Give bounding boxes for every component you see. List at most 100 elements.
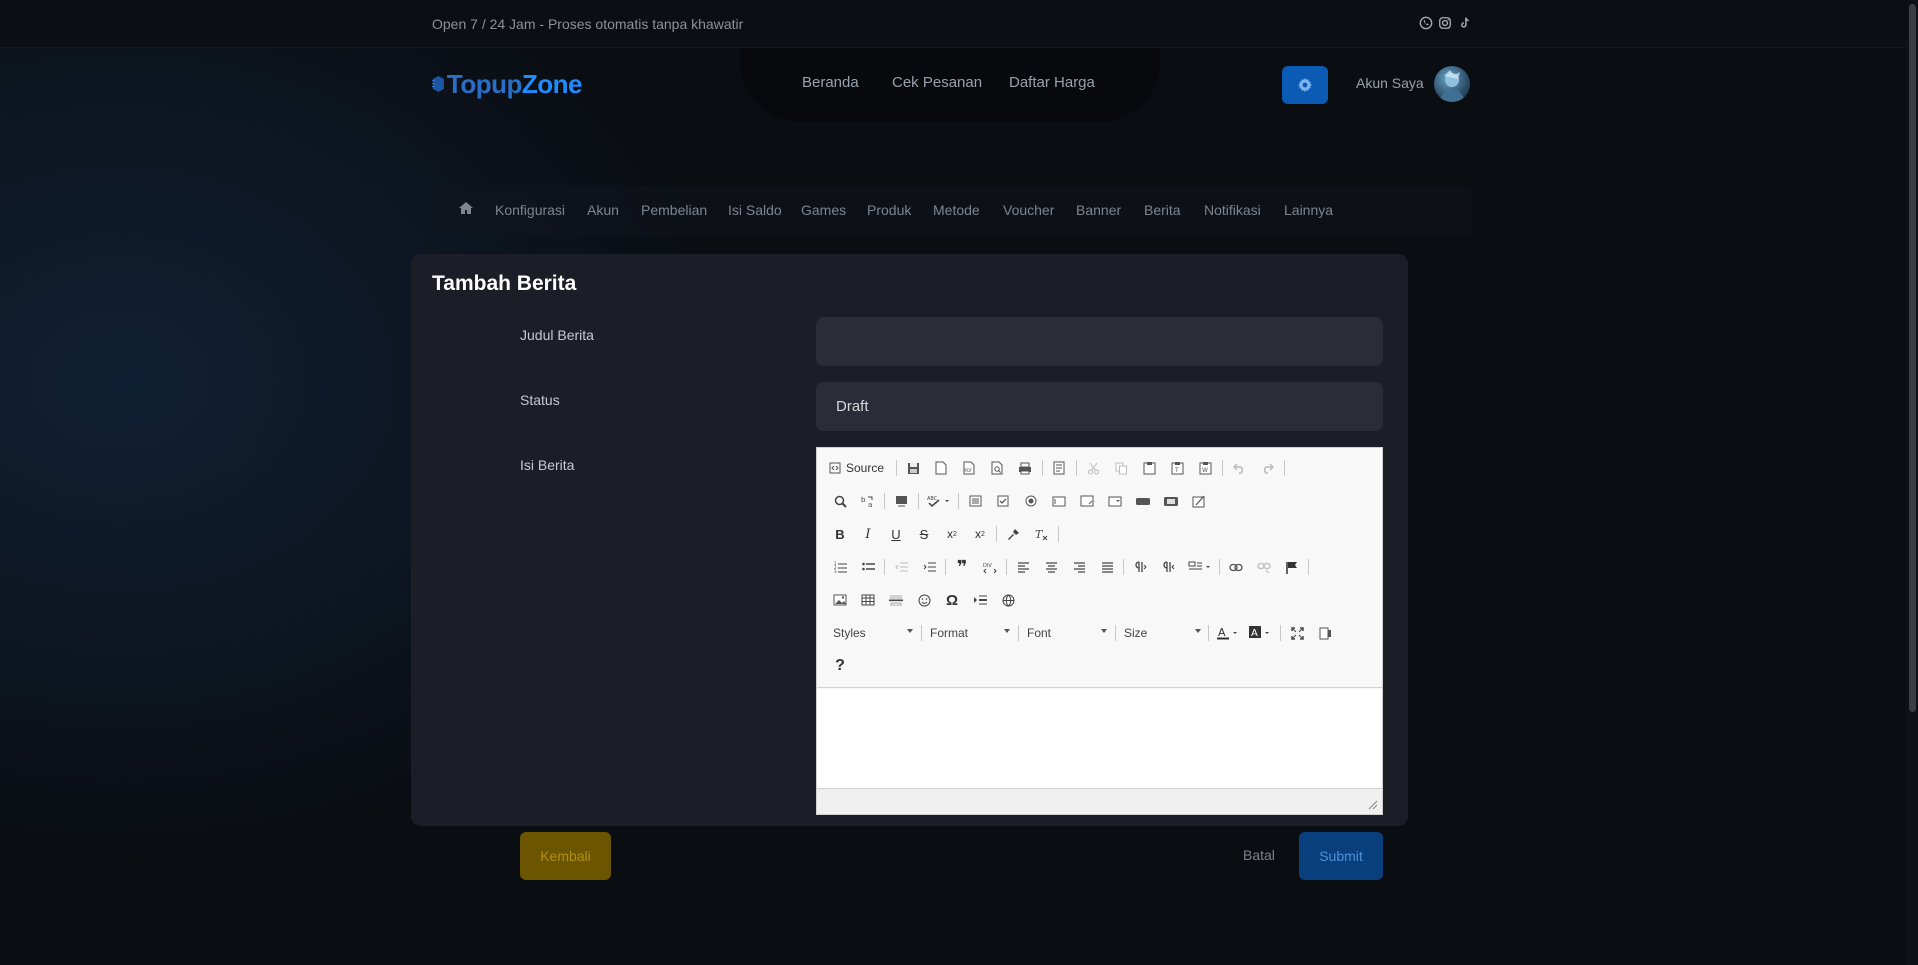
button-field-icon[interactable] <box>1132 490 1154 512</box>
form-icon[interactable] <box>964 490 986 512</box>
subnav-notifikasi[interactable]: Notifikasi <box>1204 202 1261 218</box>
maximize-icon[interactable] <box>1286 622 1308 644</box>
logo-text-part2: Zone <box>521 68 583 99</box>
nav-daftar-harga[interactable]: Daftar Harga <box>1009 74 1095 91</box>
subnav-pembelian[interactable]: Pembelian <box>641 202 707 218</box>
select-field-icon[interactable] <box>1104 490 1126 512</box>
paste-icon[interactable] <box>1138 457 1160 479</box>
checkbox-icon[interactable] <box>992 490 1014 512</box>
bold-icon[interactable]: B <box>829 523 851 545</box>
subnav-lainnya[interactable]: Lainnya <box>1284 202 1333 218</box>
subnav-berita[interactable]: Berita <box>1144 202 1181 218</box>
unlink-icon[interactable] <box>1253 556 1275 578</box>
align-left-icon[interactable] <box>1012 556 1034 578</box>
indent-icon[interactable] <box>918 556 940 578</box>
div-container-icon[interactable]: DIV <box>979 556 1001 578</box>
judul-berita-input[interactable] <box>816 317 1383 366</box>
templates-icon[interactable] <box>1048 457 1070 479</box>
align-right-icon[interactable] <box>1068 556 1090 578</box>
subnav-produk[interactable]: Produk <box>867 202 911 218</box>
editor-content-area[interactable] <box>817 689 1382 788</box>
align-justify-icon[interactable] <box>1096 556 1118 578</box>
scrollbar-thumb[interactable] <box>1909 4 1916 712</box>
status-select[interactable]: Draft <box>816 382 1383 431</box>
redo-icon[interactable] <box>1256 457 1278 479</box>
size-combo[interactable]: Size <box>1124 622 1201 644</box>
paste-text-icon[interactable]: T <box>1166 457 1188 479</box>
resize-handle-icon[interactable] <box>1368 800 1378 810</box>
font-combo[interactable]: Font <box>1027 622 1107 644</box>
text-direction-ltr-icon[interactable] <box>1129 556 1151 578</box>
paste-word-icon[interactable]: W <box>1194 457 1216 479</box>
settings-button[interactable] <box>1282 66 1328 104</box>
underline-icon[interactable]: U <box>885 523 907 545</box>
text-direction-rtl-icon[interactable] <box>1157 556 1179 578</box>
textarea-icon[interactable] <box>1076 490 1098 512</box>
remove-format-icon[interactable]: T <box>1030 523 1052 545</box>
subnav-isi-saldo[interactable]: Isi Saldo <box>728 202 782 218</box>
subnav-metode[interactable]: Metode <box>933 202 980 218</box>
instagram-icon[interactable] <box>1438 16 1454 32</box>
save-icon[interactable] <box>902 457 924 479</box>
subnav-akun[interactable]: Akun <box>587 202 619 218</box>
subnav-banner[interactable]: Banner <box>1076 202 1121 218</box>
tiktok-icon[interactable] <box>1458 16 1474 32</box>
cancel-button[interactable]: Batal <box>1243 847 1275 863</box>
account-link[interactable]: Akun Saya <box>1356 75 1424 91</box>
text-field-icon[interactable] <box>1048 490 1070 512</box>
submit-button[interactable]: Submit <box>1299 832 1383 880</box>
superscript-icon[interactable]: x2 <box>969 523 991 545</box>
export-pdf-icon[interactable]: PDF <box>958 457 980 479</box>
undo-icon[interactable] <box>1228 457 1250 479</box>
replace-icon[interactable]: ba <box>857 490 879 512</box>
align-center-icon[interactable] <box>1040 556 1062 578</box>
link-icon[interactable] <box>1225 556 1247 578</box>
subnav-voucher[interactable]: Voucher <box>1003 202 1054 218</box>
language-icon[interactable] <box>1185 556 1215 578</box>
image-icon[interactable] <box>829 589 851 611</box>
new-page-icon[interactable] <box>930 457 952 479</box>
styles-combo[interactable]: Styles <box>833 622 913 644</box>
select-all-icon[interactable] <box>890 490 912 512</box>
format-combo[interactable]: Format <box>930 622 1010 644</box>
home-icon[interactable] <box>458 201 474 218</box>
preview-icon[interactable] <box>986 457 1008 479</box>
text-color-icon[interactable]: A <box>1214 622 1244 644</box>
background-color-icon[interactable]: A <box>1246 622 1276 644</box>
bullet-list-icon[interactable] <box>857 556 879 578</box>
outdent-icon[interactable] <box>890 556 912 578</box>
italic-icon[interactable]: I <box>857 523 879 545</box>
numbered-list-icon[interactable]: 123 <box>829 556 851 578</box>
cut-icon[interactable] <box>1082 457 1104 479</box>
back-button[interactable]: Kembali <box>520 832 611 880</box>
avatar[interactable] <box>1434 66 1470 102</box>
page-scrollbar[interactable] <box>1906 0 1918 965</box>
blockquote-icon[interactable]: ❞ <box>951 556 973 578</box>
copy-icon[interactable] <box>1110 457 1132 479</box>
table-icon[interactable] <box>857 589 879 611</box>
nav-beranda[interactable]: Beranda <box>802 74 859 91</box>
subscript-icon[interactable]: x2 <box>941 523 963 545</box>
subnav-konfigurasi[interactable]: Konfigurasi <box>495 202 565 218</box>
iframe-icon[interactable] <box>997 589 1019 611</box>
find-icon[interactable] <box>829 490 851 512</box>
source-button[interactable]: Source <box>829 457 891 479</box>
image-button-icon[interactable] <box>1160 490 1182 512</box>
site-logo[interactable]: TopupZone <box>432 64 583 104</box>
hidden-field-icon[interactable] <box>1188 490 1210 512</box>
strikethrough-icon[interactable]: S <box>913 523 935 545</box>
page-break-icon[interactable] <box>969 589 991 611</box>
horizontal-rule-icon[interactable] <box>885 589 907 611</box>
anchor-flag-icon[interactable] <box>1281 556 1303 578</box>
nav-cek-pesanan[interactable]: Cek Pesanan <box>892 74 982 91</box>
spellcheck-icon[interactable]: ABC <box>924 490 954 512</box>
radio-icon[interactable] <box>1020 490 1042 512</box>
special-char-icon[interactable]: Ω <box>941 589 963 611</box>
copy-formatting-icon[interactable] <box>1002 523 1024 545</box>
smiley-icon[interactable] <box>913 589 935 611</box>
subnav-games[interactable]: Games <box>801 202 846 218</box>
whatsapp-icon[interactable] <box>1419 16 1435 32</box>
show-blocks-icon[interactable] <box>1314 622 1336 644</box>
help-icon[interactable]: ? <box>829 655 851 677</box>
print-icon[interactable] <box>1014 457 1036 479</box>
